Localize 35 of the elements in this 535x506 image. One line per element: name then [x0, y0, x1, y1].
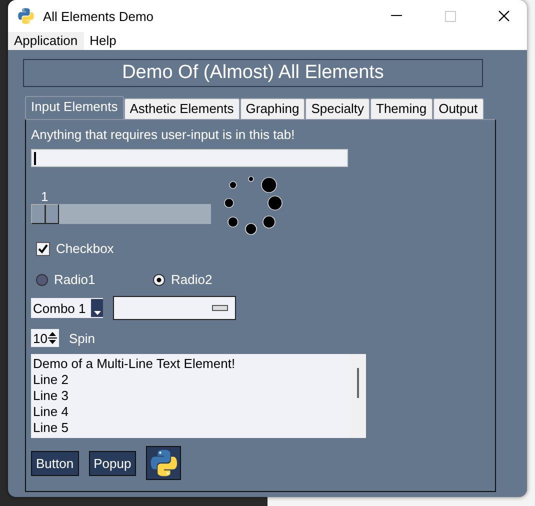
slider-value: 1 — [41, 189, 50, 204]
loading-spinner-icon — [223, 175, 285, 237]
checkbox[interactable] — [36, 242, 50, 256]
menu-item[interactable]: Help — [84, 32, 122, 50]
tab[interactable]: Output — [432, 98, 484, 119]
tab[interactable]: Specialty — [305, 98, 370, 119]
scrollbar[interactable] — [349, 354, 366, 438]
combo-box[interactable]: Combo 1 — [31, 298, 103, 318]
tab[interactable]: Input Elements — [25, 96, 124, 119]
window-title: All Elements Demo — [43, 8, 155, 24]
close-icon[interactable] — [498, 10, 510, 22]
python-logo-icon — [17, 7, 35, 25]
menu-item[interactable]: Application — [8, 32, 84, 50]
multiline-text-field[interactable]: Demo of a Multi-Line Text Element! Line 2 Line 3 Line 4 Line 5 — [31, 354, 366, 438]
spin-label: Spin — [69, 330, 96, 346]
radio-button[interactable] — [36, 274, 48, 286]
slider-thumb[interactable] — [31, 204, 59, 224]
radio-label: Radio2 — [171, 272, 212, 287]
minimize-icon[interactable] — [390, 15, 402, 17]
image-button[interactable] — [146, 446, 182, 480]
python-logo-icon — [148, 448, 179, 478]
tab[interactable]: Theming — [370, 98, 433, 119]
tab[interactable]: Asthetic Elements — [124, 98, 240, 119]
tab[interactable]: Graphing — [240, 98, 306, 119]
radio-button[interactable] — [153, 274, 165, 286]
radio-label: Radio1 — [54, 272, 96, 287]
heading: Demo Of (Almost) All Elements — [23, 59, 483, 87]
option-menu[interactable] — [113, 296, 236, 320]
slider[interactable] — [31, 204, 211, 224]
button[interactable]: Popup — [88, 450, 136, 476]
button[interactable]: Button — [31, 450, 79, 476]
spin-box[interactable]: 10 — [31, 329, 59, 347]
checkbox-label: Checkbox — [56, 241, 114, 256]
intro-text: Anything that requires user-input is in this tab! — [31, 127, 296, 142]
input-field[interactable] — [31, 149, 348, 167]
